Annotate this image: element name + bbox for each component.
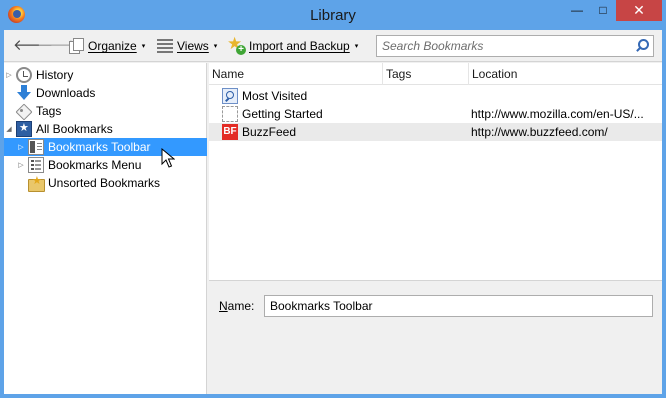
close-button[interactable]: ✕ [616, 0, 662, 21]
all-bookmarks-icon [16, 121, 32, 137]
list-row-buzzfeed[interactable]: BF BuzzFeed http://www.buzzfeed.com/ [209, 123, 662, 141]
name-label-rest: ame: [227, 299, 255, 313]
most-visited-icon [222, 88, 238, 104]
dropdown-arrow-icon: ▾ [354, 43, 359, 50]
dropdown-arrow-icon: ▾ [141, 43, 146, 50]
sidebar-item-unsorted-bookmarks[interactable]: Unsorted Bookmarks [4, 174, 207, 192]
column-header-name[interactable]: Name [209, 63, 383, 85]
sidebar-item-bookmarks-toolbar[interactable]: ▷ Bookmarks Toolbar [4, 138, 207, 156]
bookmarks-toolbar-icon [28, 139, 44, 155]
maximize-button[interactable]: □ [590, 0, 616, 21]
sidebar-item-tags[interactable]: Tags [4, 102, 207, 120]
library-sidebar-tree: ▷ History Downloads Tags ◢ All Bookmarks… [4, 63, 207, 394]
import-star-icon: ★ + [227, 34, 246, 55]
list-row-most-visited[interactable]: Most Visited [209, 87, 662, 105]
views-label: Views [177, 39, 209, 53]
sidebar-item-label: Downloads [36, 86, 96, 100]
tag-icon [16, 103, 32, 119]
name-label-accel: N [219, 299, 228, 313]
forward-button[interactable]: 🡒 [37, 37, 77, 55]
column-header-tags[interactable]: Tags [383, 63, 469, 85]
sidebar-item-label: Tags [36, 104, 62, 118]
sidebar-item-downloads[interactable]: Downloads [4, 84, 207, 102]
clock-icon [16, 67, 32, 83]
expand-twisty-icon[interactable]: ▷ [16, 143, 26, 151]
bookmarks-list: Name Tags Location Most Visited Getting … [209, 63, 662, 281]
import-backup-label: Import and Backup [249, 39, 350, 53]
expand-twisty-icon[interactable]: ▷ [4, 71, 14, 79]
list-header: Name Tags Location [209, 63, 662, 85]
list-row-getting-started[interactable]: Getting Started http://www.mozilla.com/e… [209, 105, 662, 123]
download-icon [16, 85, 32, 101]
unsorted-bookmarks-icon [28, 174, 45, 192]
details-pane: Name: [209, 282, 662, 394]
sidebar-item-label: All Bookmarks [36, 122, 113, 136]
client-area: 🡐 🡒 Organize ▾ Views ▾ ★ + Import and Bac… [4, 30, 662, 394]
name-field-label: Name: [219, 299, 254, 313]
row-name: BuzzFeed [242, 125, 297, 139]
organize-icon [68, 38, 84, 54]
sidebar-item-label: Bookmarks Toolbar [48, 140, 151, 154]
row-location: http://www.mozilla.com/en-US/... [471, 107, 644, 121]
sidebar-item-label: Unsorted Bookmarks [48, 176, 161, 190]
dropdown-arrow-icon: ▾ [213, 43, 218, 50]
row-location: http://www.buzzfeed.com/ [471, 125, 608, 139]
page-icon [222, 106, 238, 122]
sidebar-item-bookmarks-menu[interactable]: ▷ Bookmarks Menu [4, 156, 207, 174]
sidebar-item-label: History [36, 68, 74, 82]
views-button[interactable]: Views ▾ [157, 36, 217, 56]
expand-twisty-icon[interactable]: ▷ [16, 161, 26, 169]
minimize-button[interactable]: — [564, 0, 590, 21]
search-input[interactable] [382, 38, 622, 54]
bookmarks-menu-icon [28, 157, 44, 173]
search-box[interactable] [376, 35, 654, 57]
title-bar[interactable]: Library — □ ✕ [0, 0, 666, 30]
mouse-pointer-icon [161, 148, 175, 168]
row-name: Most Visited [242, 89, 308, 103]
library-window: Library — □ ✕ 🡐 🡒 Organize ▾ Views ▾ ★ +… [0, 0, 666, 398]
row-name: Getting Started [242, 107, 323, 121]
name-field[interactable] [264, 295, 653, 317]
collapse-twisty-icon[interactable]: ◢ [4, 125, 14, 133]
column-header-location[interactable]: Location [469, 63, 662, 85]
toolbar: 🡐 🡒 Organize ▾ Views ▾ ★ + Import and Bac… [4, 30, 662, 62]
sidebar-item-all-bookmarks[interactable]: ◢ All Bookmarks [4, 120, 207, 138]
organize-label: Organize [88, 39, 137, 53]
content-pane: Name Tags Location Most Visited Getting … [209, 63, 662, 394]
sidebar-item-label: Bookmarks Menu [48, 158, 142, 172]
views-list-icon [157, 39, 173, 53]
organize-button[interactable]: Organize ▾ [68, 36, 145, 56]
import-backup-button[interactable]: ★ + Import and Backup ▾ [227, 34, 359, 56]
sidebar-item-history[interactable]: ▷ History [4, 66, 207, 84]
buzzfeed-icon: BF [222, 124, 238, 140]
back-button[interactable]: 🡐 [13, 37, 53, 55]
row-location [471, 87, 658, 105]
search-icon[interactable] [634, 39, 649, 53]
